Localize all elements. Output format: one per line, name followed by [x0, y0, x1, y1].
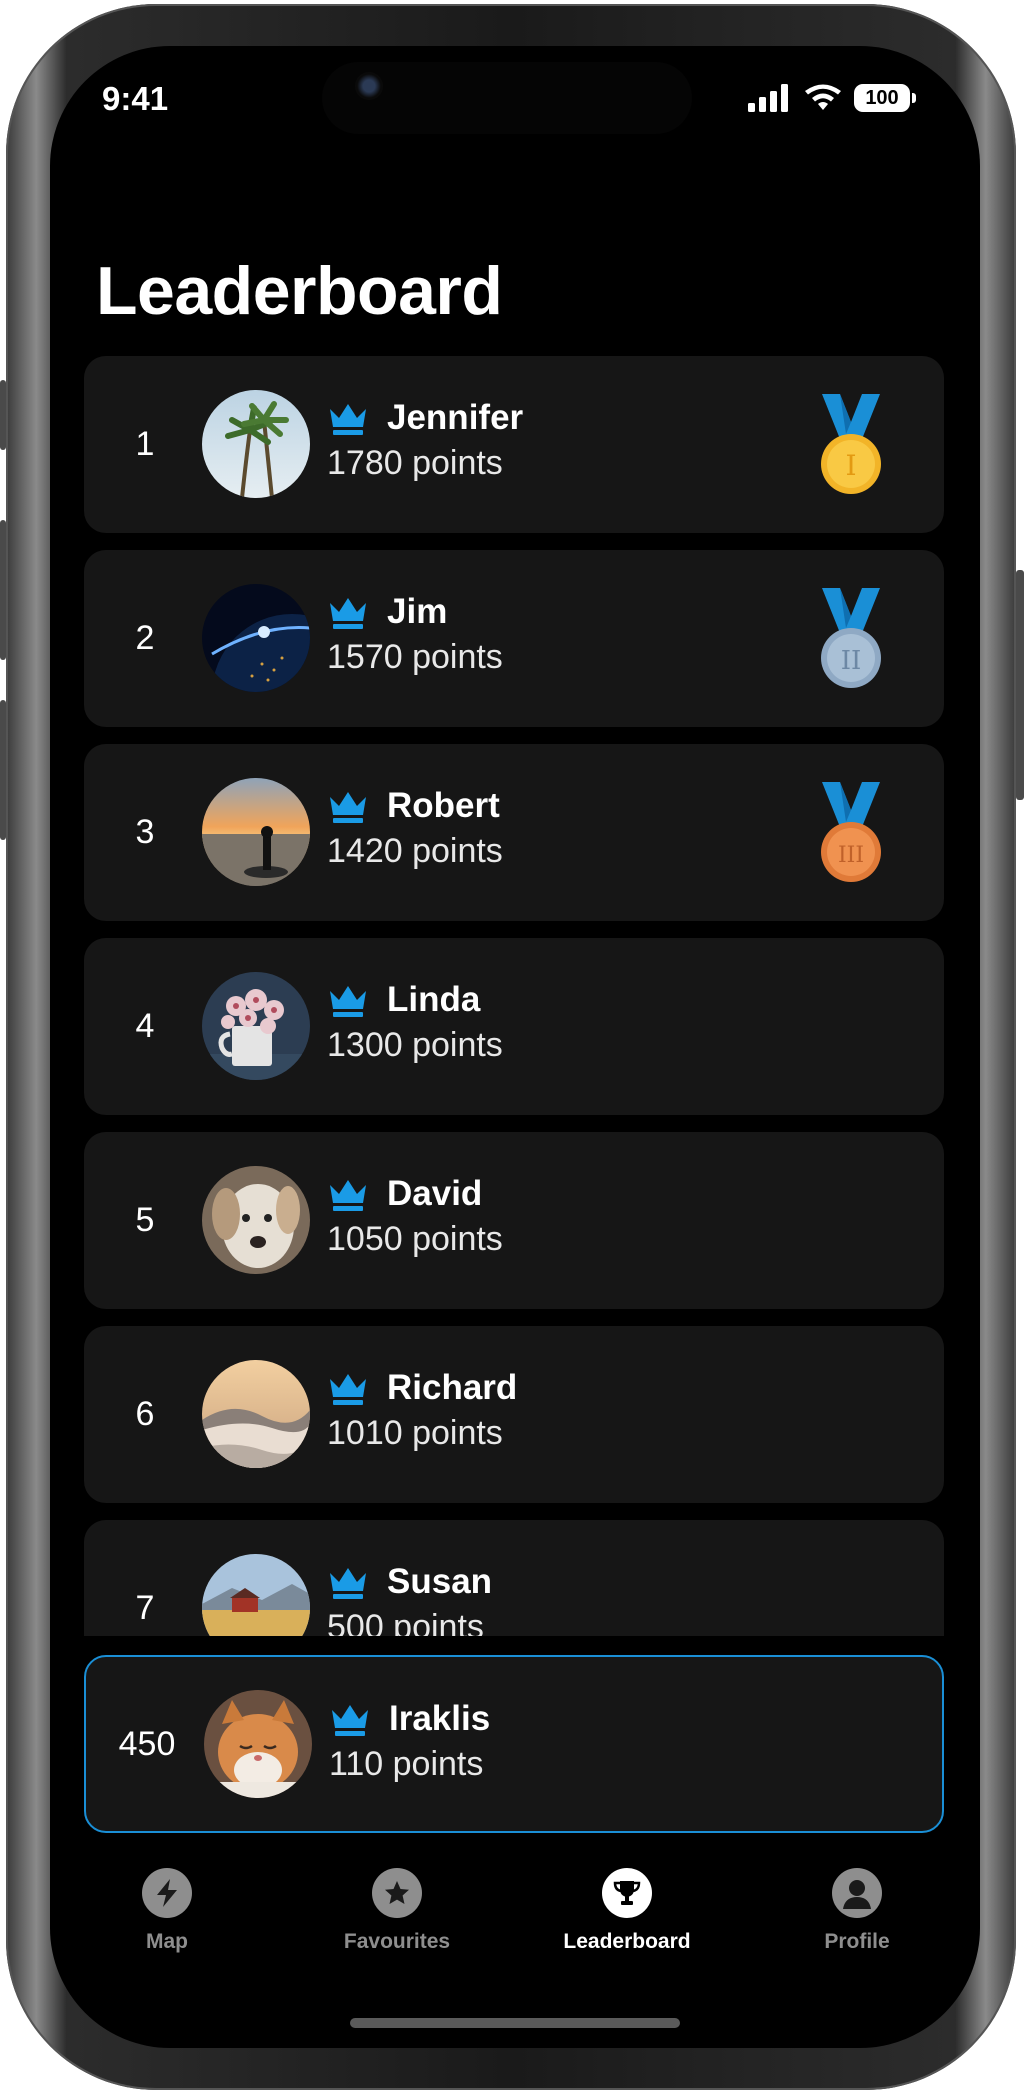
volume-down-button	[0, 700, 6, 840]
current-user-row[interactable]: 450 Iraklis 110 points	[84, 1655, 944, 1833]
avatar	[202, 1166, 310, 1274]
crown-icon	[330, 986, 366, 1017]
rank-number: 2	[135, 619, 155, 657]
tab-bar: Map Favourites Leaderboard Profile	[0, 1868, 1029, 1978]
page-title: Leaderboard	[96, 253, 503, 329]
avatar	[202, 972, 310, 1080]
user-name: Susan	[387, 1562, 493, 1601]
status-time: 9:41	[102, 80, 169, 117]
svg-text:I: I	[845, 449, 856, 482]
list-item[interactable]: 2 Jim 1570 points II	[84, 550, 944, 727]
tab-profile[interactable]: Profile	[767, 1868, 947, 1954]
star-icon	[372, 1868, 422, 1918]
user-name: Richard	[387, 1368, 518, 1407]
crown-icon	[330, 1568, 366, 1599]
user-points: 1780 points	[327, 444, 503, 482]
wifi-icon	[805, 84, 841, 110]
list-item[interactable]: 1 Jennifer 1780 points I	[84, 356, 944, 533]
user-points: 500 points	[327, 1608, 484, 1636]
sunset-silhouette-photo	[202, 778, 310, 886]
home-indicator[interactable]	[350, 2018, 680, 2028]
person-icon	[832, 1868, 882, 1918]
avatar	[202, 584, 310, 692]
svg-text:III: III	[838, 843, 864, 868]
crown-icon	[330, 598, 366, 629]
list-item[interactable]: 6 Richard 1010 points	[84, 1326, 944, 1503]
avatar	[202, 390, 310, 498]
cat-photo	[204, 1690, 312, 1798]
bolt-icon	[142, 1868, 192, 1918]
list-item[interactable]: 7 Susan 500 points	[84, 1520, 944, 1636]
crown-icon	[330, 1180, 366, 1211]
crown-icon	[330, 1374, 366, 1405]
list-item[interactable]: 5 David 1050 points	[84, 1132, 944, 1309]
user-points: 110 points	[329, 1745, 484, 1783]
tab-map[interactable]: Map	[77, 1868, 257, 1954]
user-points: 1300 points	[327, 1026, 503, 1064]
list-item[interactable]: 3 Robert 1420 points III	[84, 744, 944, 921]
tab-favourites[interactable]: Favourites	[307, 1868, 487, 1954]
palm-trees-photo	[202, 390, 310, 498]
earth-from-space-photo	[202, 584, 310, 692]
list-item[interactable]: 4 Linda 1300 points	[84, 938, 944, 1115]
user-name: Jennifer	[387, 398, 524, 437]
flower-mug-photo	[202, 972, 310, 1080]
front-camera	[355, 72, 383, 100]
battery-icon: 100	[854, 84, 916, 112]
rank-number: 7	[135, 1589, 155, 1627]
power-button	[1016, 570, 1024, 800]
leaderboard-list[interactable]: 1 Jennifer 1780 points I 2 Jim 1570 poin…	[84, 356, 944, 1636]
bronze-medal-icon: III	[821, 782, 881, 882]
mute-switch	[0, 380, 6, 450]
avatar	[202, 1360, 310, 1468]
crown-icon	[332, 1705, 368, 1736]
rank-number: 5	[135, 1201, 155, 1239]
rank-number: 3	[135, 813, 155, 851]
cellular-signal-icon	[748, 84, 788, 112]
user-points: 1010 points	[327, 1414, 503, 1452]
avatar	[202, 778, 310, 886]
user-points: 1420 points	[327, 832, 503, 870]
user-points: 1050 points	[327, 1220, 503, 1258]
rank-number: 6	[135, 1395, 155, 1433]
foggy-mountains-photo	[202, 1360, 310, 1468]
avatar	[202, 1554, 310, 1636]
dynamic-island	[322, 62, 692, 134]
tab-label: Map	[146, 1930, 188, 1953]
tab-label: Leaderboard	[563, 1930, 691, 1953]
volume-up-button	[0, 520, 6, 660]
user-name: Jim	[387, 592, 448, 631]
gold-medal-icon: I	[821, 394, 881, 494]
crown-icon	[330, 792, 366, 823]
user-name: David	[387, 1174, 483, 1213]
user-name: Iraklis	[389, 1699, 491, 1738]
svg-text:II: II	[841, 646, 862, 676]
red-house-lake-photo	[202, 1554, 310, 1636]
tab-leaderboard[interactable]: Leaderboard	[537, 1868, 717, 1954]
user-points: 1570 points	[327, 638, 503, 676]
trophy-icon	[602, 1868, 652, 1918]
avatar	[204, 1690, 312, 1798]
battery-level: 100	[865, 86, 899, 109]
crown-icon	[330, 404, 366, 435]
rank-number: 4	[135, 1007, 155, 1045]
status-icons: 100	[748, 84, 916, 112]
user-name: Linda	[387, 980, 481, 1019]
tab-label: Favourites	[343, 1930, 451, 1953]
rank-number: 450	[118, 1724, 176, 1763]
silver-medal-icon: II	[821, 588, 881, 688]
tab-label: Profile	[824, 1930, 890, 1953]
dog-photo	[202, 1166, 310, 1274]
user-name: Robert	[387, 786, 500, 825]
rank-number: 1	[135, 425, 155, 463]
